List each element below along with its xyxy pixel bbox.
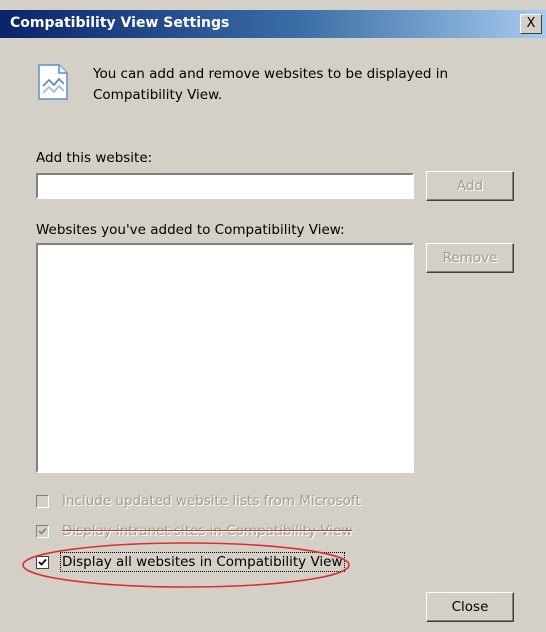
display-all-websites-option[interactable]: Display all websites in Compatibility Vi…: [36, 552, 396, 573]
display-all-websites-label: Display all websites in Compatibility Vi…: [60, 552, 345, 572]
include-updated-lists-option[interactable]: Include updated website lists from Micro…: [36, 493, 396, 512]
websites-list-label: Websites you've added to Compatibility V…: [36, 222, 345, 238]
webpage-icon: [38, 64, 68, 100]
window-title: Compatibility View Settings: [10, 15, 230, 31]
include-updated-lists-label: Include updated website lists from Micro…: [62, 493, 361, 509]
display-intranet-option[interactable]: Display intranet sites in Compatibility …: [36, 523, 396, 542]
add-website-label-text: Add this website:: [36, 150, 153, 166]
compatibility-view-dialog: Compatibility View Settings X You can ad…: [0, 0, 546, 632]
info-description: You can add and remove websites to be di…: [93, 66, 449, 103]
checkmark-icon: [38, 527, 47, 535]
display-intranet-label: Display intranet sites in Compatibility …: [62, 523, 353, 539]
include-updated-lists-checkbox[interactable]: [36, 495, 49, 508]
display-all-websites-checkbox[interactable]: [36, 556, 49, 569]
add-button[interactable]: Add: [426, 171, 514, 201]
add-website-label: Add this website:: [36, 150, 152, 166]
display-intranet-checkbox[interactable]: [36, 525, 49, 538]
checkmark-icon: [38, 558, 47, 566]
close-window-button[interactable]: X: [520, 14, 542, 34]
add-website-input[interactable]: [36, 173, 414, 199]
close-button[interactable]: Close: [426, 592, 514, 622]
title-bar[interactable]: Compatibility View Settings X: [0, 10, 546, 38]
remove-button[interactable]: Remove: [426, 243, 514, 273]
websites-listbox[interactable]: [36, 243, 414, 473]
